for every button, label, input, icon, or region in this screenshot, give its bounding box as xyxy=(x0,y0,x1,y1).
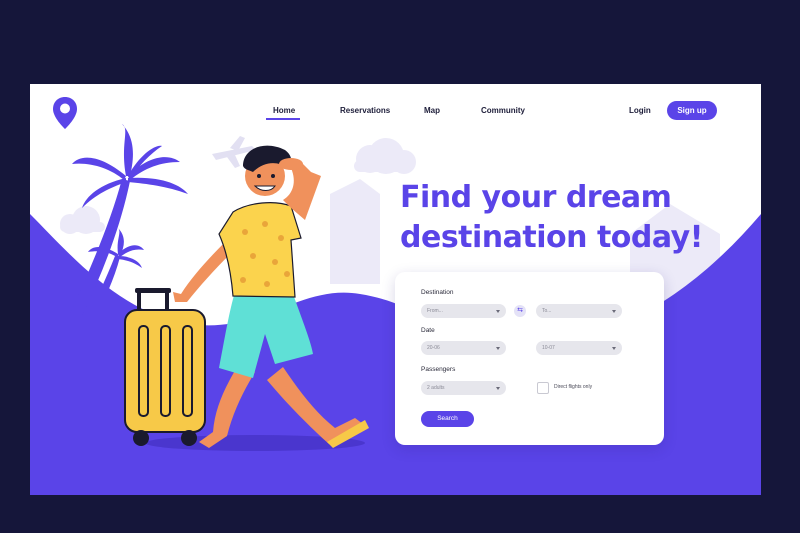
chevron-down-icon xyxy=(496,347,500,350)
signup-button[interactable]: Sign up xyxy=(667,101,717,120)
passengers-value: 2 adults xyxy=(427,385,445,391)
nav-home[interactable]: Home xyxy=(273,106,295,115)
from-field-placeholder: From... xyxy=(427,308,443,314)
suitcase-icon xyxy=(124,288,206,446)
nav-map[interactable]: Map xyxy=(424,106,440,115)
date-to-field[interactable]: 10-07 xyxy=(536,341,622,355)
hero-headline: Find your dream destination today! xyxy=(400,178,730,258)
from-field[interactable]: From... xyxy=(421,304,506,318)
active-nav-indicator xyxy=(266,118,300,120)
chevron-down-icon xyxy=(496,310,500,313)
date-from-value: 20-06 xyxy=(427,345,440,351)
to-field-placeholder: To... xyxy=(542,308,552,314)
hero-headline-line2: destination today! xyxy=(400,220,703,255)
nav-reservations[interactable]: Reservations xyxy=(340,106,390,115)
destination-label: Destination xyxy=(421,289,454,296)
traveler-illustration xyxy=(124,145,369,448)
direct-flights-checkbox[interactable] xyxy=(537,382,549,394)
to-field[interactable]: To... xyxy=(536,304,622,318)
chevron-down-icon xyxy=(612,310,616,313)
nav-community[interactable]: Community xyxy=(481,106,525,115)
passengers-field[interactable]: 2 adults xyxy=(421,381,506,395)
chevron-down-icon xyxy=(496,387,500,390)
top-navigation: Home Reservations Map Community xyxy=(30,104,761,124)
login-link[interactable]: Login xyxy=(629,106,651,115)
chevron-down-icon xyxy=(612,347,616,350)
landing-page: Home Reservations Map Community Login Si… xyxy=(30,84,761,495)
hero-headline-line1: Find your dream xyxy=(400,180,672,215)
date-label: Date xyxy=(421,327,435,334)
passengers-label: Passengers xyxy=(421,366,456,373)
swap-arrows-icon[interactable]: ⇆ xyxy=(514,305,526,317)
search-button[interactable]: Search xyxy=(421,411,474,427)
date-to-value: 10-07 xyxy=(542,345,555,351)
search-form-card: Destination From... ⇆ To... Date 20-06 1… xyxy=(395,272,664,445)
direct-flights-label: Direct flights only xyxy=(554,384,593,390)
date-from-field[interactable]: 20-06 xyxy=(421,341,506,355)
